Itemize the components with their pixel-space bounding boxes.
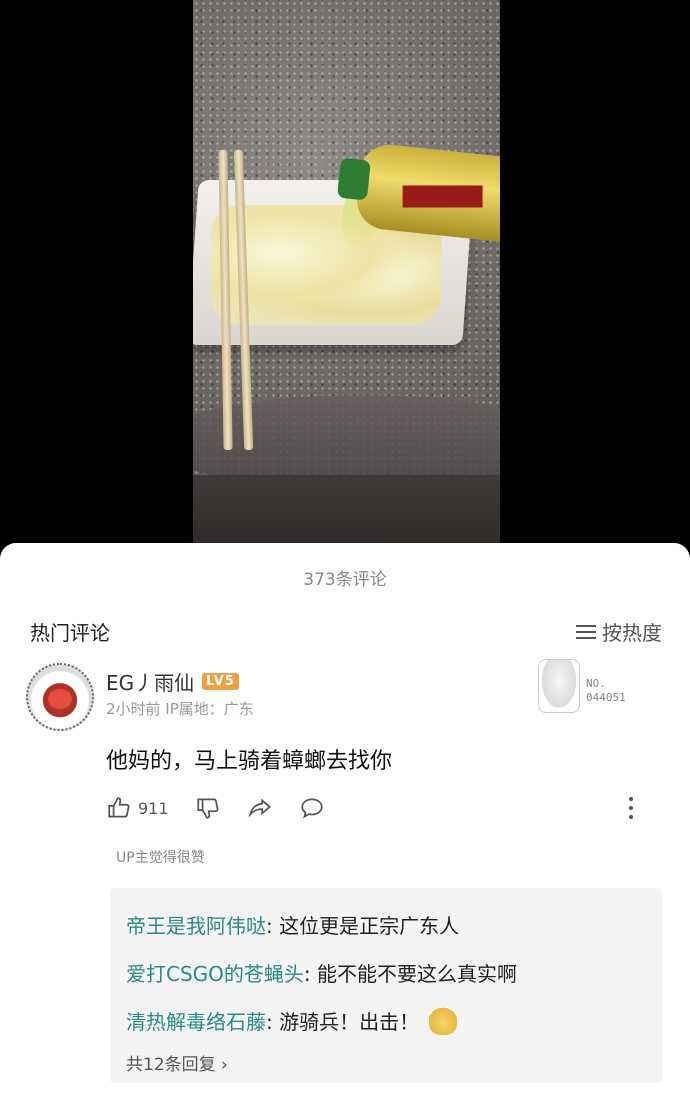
- comment-bubble-icon: [300, 798, 323, 819]
- collectible-avatar: [538, 659, 580, 713]
- level-badge: LV5: [202, 673, 239, 690]
- floor: [193, 475, 500, 545]
- bottle-neck: [336, 157, 371, 201]
- reply-text: : 能不能不要这么真实啊: [303, 962, 518, 986]
- reply-item[interactable]: 爱打CSGO的苍蝇头: 能不能不要这么真实啊: [126, 958, 517, 987]
- digital-collectible-badge[interactable]: NO. 044051: [538, 659, 658, 719]
- collectible-number: NO. 044051: [586, 677, 626, 704]
- avatar-face: [48, 689, 72, 709]
- sort-label: 按热度: [602, 621, 662, 645]
- sort-icon: [576, 624, 596, 639]
- thumbs-up-icon: [108, 797, 130, 818]
- chevron-right-icon: ›: [221, 1055, 228, 1075]
- share-icon: [248, 798, 271, 818]
- avatar[interactable]: [26, 663, 94, 731]
- dislike-button[interactable]: [195, 795, 221, 821]
- reply-text: : 游骑兵！出击！: [266, 1010, 420, 1034]
- video-frame: [193, 0, 500, 545]
- reply-button[interactable]: [299, 795, 325, 821]
- reply-preview-box[interactable]: 帝王是我阿伟哒: 这位更是正宗广东人 爱打CSGO的苍蝇头: 能不能不要这么真实…: [110, 888, 662, 1083]
- comment-count: 373条评论: [303, 570, 387, 590]
- reply-item[interactable]: 清热解毒络石藤: 游骑兵！出击！: [126, 1006, 458, 1035]
- up-liked-tag: UP主觉得很赞: [116, 850, 205, 866]
- comment-actions: 911: [106, 795, 351, 821]
- share-button[interactable]: [247, 795, 273, 821]
- more-options-icon[interactable]: [628, 797, 634, 821]
- reply-author[interactable]: 帝王是我阿伟哒: [126, 914, 266, 938]
- reply-author[interactable]: 清热解毒络石藤: [126, 1010, 266, 1034]
- beer-bottle: [336, 141, 500, 244]
- video-player[interactable]: [0, 0, 690, 545]
- comment-author[interactable]: EG丿雨仙 LV5: [106, 667, 239, 696]
- like-count: 911: [138, 798, 169, 818]
- reply-text: : 这位更是正宗广东人: [266, 914, 460, 938]
- bottle-label: [402, 185, 483, 208]
- hot-comments-title: 热门评论: [30, 621, 110, 645]
- comment-text: 他妈的，马上骑着蟑螂去找你: [106, 749, 393, 774]
- dog-emoji-icon: [429, 1007, 458, 1035]
- username: EG丿雨仙: [106, 671, 195, 695]
- like-button[interactable]: 911: [106, 795, 169, 821]
- thumbs-down-icon: [196, 798, 218, 819]
- comment-panel: 373条评论 热门评论 按热度 EG丿雨仙 LV5 2小时前 IP属地：广东 N…: [0, 543, 690, 1111]
- sort-by-hot-button[interactable]: 按热度: [576, 617, 662, 646]
- view-all-replies-link[interactable]: 共12条回复 ›: [126, 1050, 228, 1075]
- comment-meta: 2小时前 IP属地：广东: [106, 700, 254, 718]
- reply-item[interactable]: 帝王是我阿伟哒: 这位更是正宗广东人: [126, 910, 459, 939]
- reply-author[interactable]: 爱打CSGO的苍蝇头: [126, 962, 304, 986]
